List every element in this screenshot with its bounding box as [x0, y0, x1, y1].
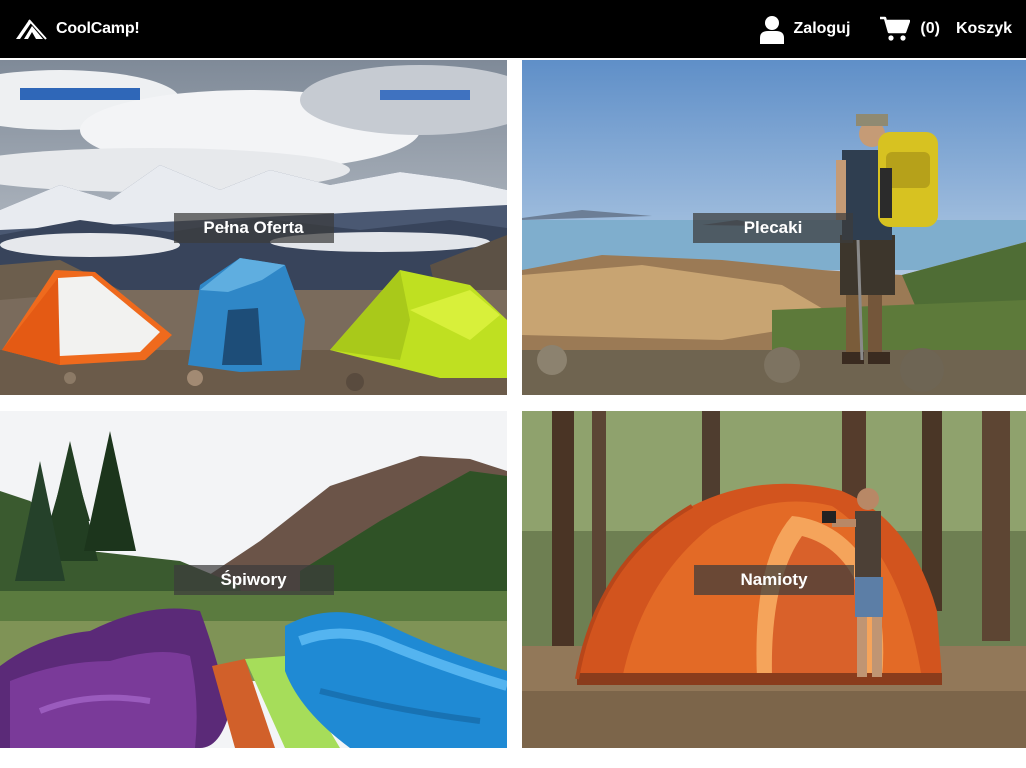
- category-tile-tents[interactable]: Namioty: [522, 411, 1026, 748]
- login-link[interactable]: Zaloguj: [759, 15, 851, 44]
- cart-icon: [880, 16, 911, 41]
- brand-name: CoolCamp!: [56, 20, 140, 37]
- top-navbar: CoolCamp! Zaloguj (0) Koszyk: [0, 0, 1026, 58]
- user-icon: [759, 15, 784, 44]
- tent-logo-icon: [16, 19, 47, 40]
- category-tile-full-offer[interactable]: Pełna Oferta: [0, 60, 507, 395]
- category-tile-sleeping-bags[interactable]: Śpiwory: [0, 411, 507, 748]
- brand-link[interactable]: CoolCamp!: [15, 0, 140, 58]
- header-actions: Zaloguj (0) Koszyk: [759, 0, 1012, 58]
- cart-count: (0): [920, 20, 940, 37]
- category-label-sleeping-bags: Śpiwory: [173, 564, 334, 595]
- category-tile-backpacks[interactable]: Plecaki: [522, 60, 1026, 395]
- category-label-full-offer: Pełna Oferta: [173, 212, 334, 243]
- login-label: Zaloguj: [793, 20, 851, 37]
- cart-label: Koszyk: [955, 20, 1012, 37]
- category-label-backpacks: Plecaki: [693, 212, 853, 243]
- cart-link[interactable]: (0) Koszyk: [880, 16, 1012, 42]
- category-label-tents: Namioty: [694, 564, 854, 595]
